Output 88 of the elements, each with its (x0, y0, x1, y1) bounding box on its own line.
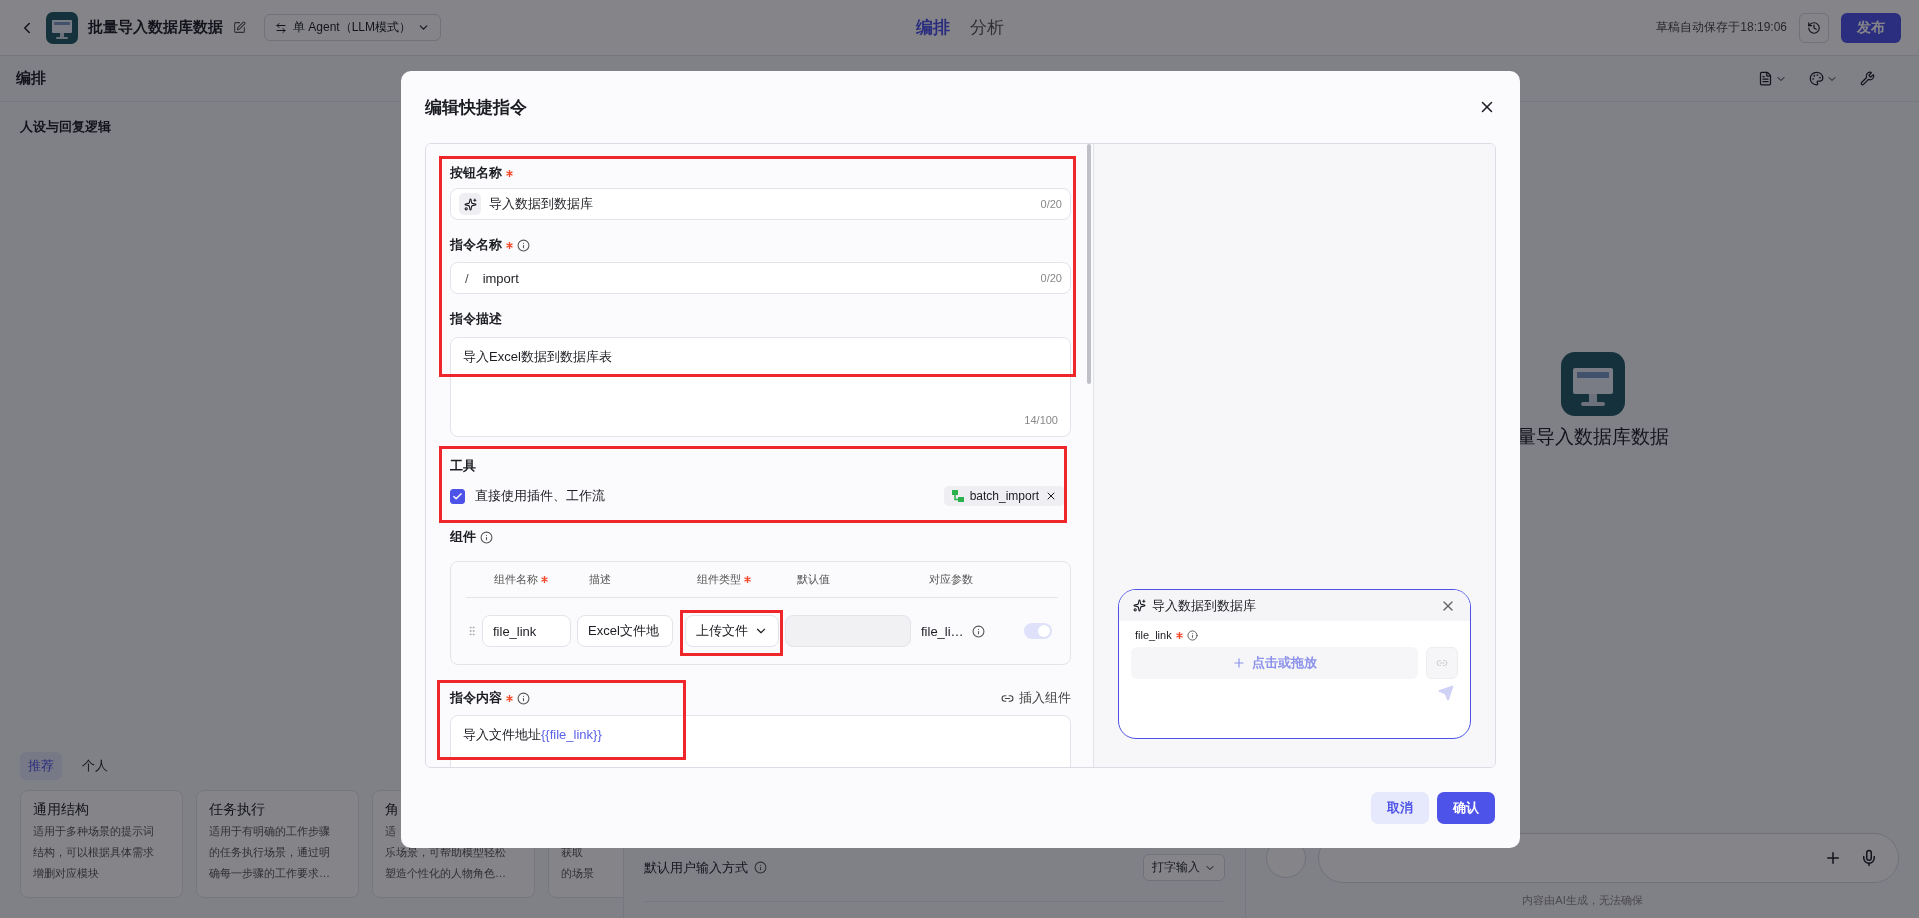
content-field[interactable]: 导入文件地址{{file_link}} (450, 715, 1071, 767)
field-label: 指令内容 (450, 689, 502, 707)
checkbox-label: 直接使用插件、工作流 (475, 487, 605, 505)
field-label: 组件 (450, 528, 476, 546)
field-label: file_link (1135, 629, 1172, 641)
confirm-button[interactable]: 确认 (1437, 792, 1495, 824)
card-title: 通用结构 (33, 801, 90, 819)
char-counter: 0/20 (1040, 198, 1062, 210)
card-text: 适 (385, 824, 397, 839)
char-counter: 14/100 (1024, 414, 1058, 426)
sparkle-icon[interactable] (459, 193, 481, 215)
palette-icon[interactable] (1809, 71, 1838, 86)
mic-icon[interactable] (1860, 849, 1878, 867)
card-text: 适用于多种场景的提示词 (33, 824, 155, 839)
param-text: file_li… (921, 623, 964, 639)
publish-button[interactable]: 发布 (1841, 12, 1901, 43)
column-header: 组件名称 (482, 572, 571, 587)
field-value: 导入Excel数据到数据库表 (463, 348, 613, 366)
dialog-title: 编辑快捷指令 (425, 96, 527, 119)
sparkle-icon (1133, 599, 1146, 612)
section-title: 编排 (16, 69, 46, 88)
history-button[interactable] (1799, 12, 1829, 43)
input-field[interactable]: 导入数据到数据库 0/20 (450, 188, 1071, 220)
app-title: 批量导入数据库数据 (88, 18, 223, 37)
tool-tag: batch_import (943, 486, 1065, 506)
mode-dropdown[interactable]: 单 Agent（LLM模式） (264, 14, 442, 41)
autosave-text: 草稿自动保存于18:19:06 (1656, 19, 1787, 36)
field-label: 按钮名称 (450, 164, 502, 182)
toggle[interactable] (1024, 623, 1052, 639)
info-icon (480, 530, 493, 544)
column-header: 对应参数 (928, 572, 974, 587)
drag-handle-icon[interactable] (466, 625, 478, 637)
edit-icon[interactable] (233, 21, 246, 34)
description-field[interactable]: 导入Excel数据到数据库表 14/100 (450, 337, 1071, 437)
card-text: 的场景 (561, 866, 595, 881)
swap-icon (275, 21, 287, 34)
wrench-icon[interactable] (1860, 71, 1875, 86)
card-text: 塑造个性化的人物角色… (385, 866, 507, 881)
monitor-icon (46, 11, 78, 44)
info-icon (754, 861, 767, 874)
document-icon[interactable] (1758, 71, 1787, 86)
info-icon (1186, 629, 1198, 641)
char-counter: 0/20 (1040, 272, 1062, 284)
add-icon[interactable] (1824, 849, 1842, 867)
field-value: import (482, 270, 519, 286)
default-input[interactable] (785, 615, 911, 647)
info-icon (517, 238, 530, 252)
slash-prefix: / (464, 270, 470, 286)
column-header: 组件类型 (685, 572, 779, 587)
bot-name: 量导入数据库数据 (1516, 425, 1669, 449)
column-header: 默认值 (796, 572, 831, 587)
input-mode-dropdown[interactable]: 打字输入 (1143, 854, 1225, 881)
card-text: 的任务执行场景，通过明 (209, 845, 331, 860)
upload-area[interactable]: 点击或拖放 (1131, 647, 1418, 679)
field-value: 导入数据到数据库 (489, 195, 593, 213)
column-header: 描述 (588, 572, 612, 587)
panel-heading: 人设与回复逻辑 (20, 118, 112, 136)
link-icon (1436, 657, 1448, 669)
field-label: 指令名称 (450, 236, 502, 254)
tab[interactable]: 推荐 (20, 752, 62, 780)
card-text: 结构，可以根据具体需求 (33, 845, 155, 860)
checkbox[interactable] (450, 488, 465, 504)
insert-link[interactable]: 插入组件 (1001, 689, 1071, 707)
cancel-button[interactable]: 取消 (1371, 792, 1429, 824)
field-label: 指令描述 (450, 310, 502, 328)
card-title: 任务执行 (209, 801, 266, 819)
plus-icon (1232, 656, 1246, 670)
info-icon (517, 691, 530, 705)
card-text: 适用于有明确的工作步骤 (209, 824, 331, 839)
monitor-icon (1560, 352, 1625, 416)
setting-label: 默认用户输入方式 (644, 858, 748, 877)
card-text: 增删对应模块 (33, 866, 100, 881)
description-input[interactable]: Excel文件地 (577, 615, 673, 647)
type-dropdown[interactable]: 上传文件 (685, 615, 779, 647)
template-card[interactable]: 通用结构 适用于多种场景的提示词 结构，可以根据具体需求 增删对应模块 (20, 790, 183, 898)
tab[interactable]: 分析 (969, 16, 1004, 39)
card-title: 角 (385, 801, 400, 819)
input-field[interactable]: / import 0/20 (450, 262, 1071, 294)
tab[interactable]: 个人 (74, 752, 116, 780)
history-icon (1807, 20, 1821, 35)
tab[interactable]: 编排 (915, 16, 950, 39)
workflow-icon (951, 490, 964, 502)
info-icon (971, 624, 985, 638)
field-label: 工具 (450, 457, 476, 475)
name-input[interactable]: file_link (482, 615, 571, 647)
preview-title: 导入数据到数据库 (1152, 596, 1256, 615)
remove-icon[interactable] (1045, 490, 1057, 502)
check-icon (452, 490, 463, 502)
